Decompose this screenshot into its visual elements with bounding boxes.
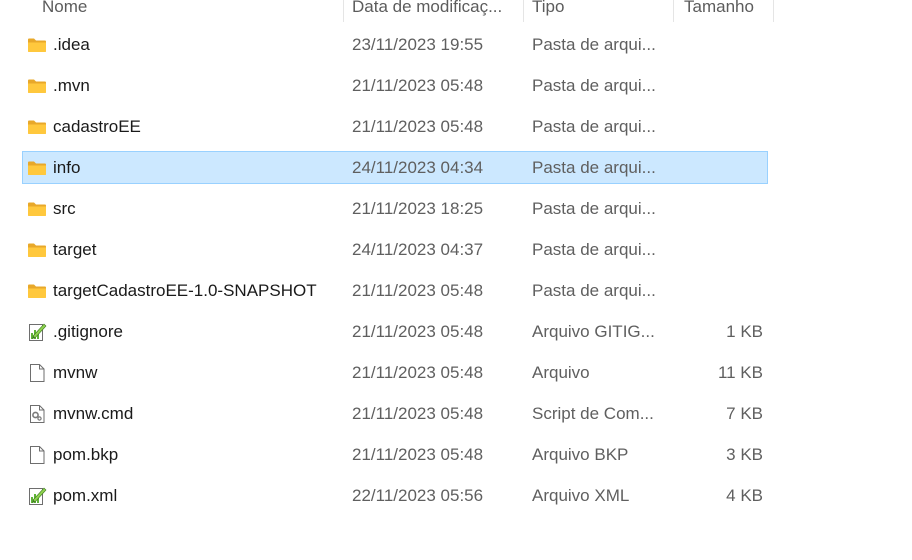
column-header-row: Nome Data de modificaç... Tipo Tamanho — [0, 0, 776, 22]
folder-icon — [27, 35, 47, 55]
file-size: 11 KB — [717, 363, 763, 382]
column-header-name[interactable]: Nome — [42, 0, 337, 22]
file-name: mvnw — [53, 363, 98, 382]
file-type: Pasta de arqui... — [532, 199, 656, 218]
file-row[interactable]: target 24/11/2023 04:37 Pasta de arqui... — [22, 233, 768, 266]
column-divider[interactable] — [673, 0, 674, 22]
file-type: Pasta de arqui... — [532, 76, 656, 95]
column-header-type[interactable]: Tipo — [532, 0, 667, 22]
file-name: mvnw.cmd — [53, 404, 134, 423]
folder-icon — [27, 117, 47, 137]
column-divider[interactable] — [523, 0, 524, 22]
file-size — [675, 234, 763, 265]
file-type: Script de Com... — [532, 404, 654, 423]
file-row[interactable]: pom.xml 22/11/2023 05:56 Arquivo XML 4 KB — [22, 479, 768, 512]
file-name: pom.bkp — [53, 445, 119, 464]
file-size: 3 KB — [726, 445, 763, 464]
file-type: Arquivo BKP — [532, 445, 629, 464]
column-divider[interactable] — [773, 0, 774, 22]
file-row[interactable]: src 21/11/2023 18:25 Pasta de arqui... — [22, 192, 768, 225]
file-row[interactable]: targetCadastroEE-1.0-SNAPSHOT 21/11/2023 … — [22, 274, 768, 307]
file-row[interactable]: cadastroEE 21/11/2023 05:48 Pasta de arqui… — [22, 110, 768, 143]
file-row[interactable]: .idea 23/11/2023 19:55 Pasta de arqui... — [22, 28, 768, 61]
notepad-plus-file-icon — [27, 486, 47, 506]
file-row[interactable]: mvnw.cmd 21/11/2023 05:48 Script de Com...… — [22, 397, 768, 430]
file-size: 4 KB — [726, 486, 763, 505]
file-name: cadastroEE — [53, 117, 141, 136]
column-header-size[interactable]: Tamanho — [684, 0, 769, 22]
file-row[interactable]: info 24/11/2023 04:34 Pasta de arqui... — [22, 151, 768, 184]
file-name: pom.xml — [53, 486, 118, 505]
file-type: Arquivo — [532, 363, 590, 382]
file-size — [675, 152, 763, 183]
file-row[interactable]: mvnw 21/11/2023 05:48 Arquivo 11 KB — [22, 356, 768, 389]
file-size — [675, 193, 763, 224]
file-name: .gitignore — [53, 322, 123, 341]
file-modified-date: 21/11/2023 05:48 — [352, 445, 484, 464]
file-modified-date: 21/11/2023 05:48 — [352, 76, 484, 95]
file-name: target — [53, 240, 97, 259]
file-size — [675, 111, 763, 142]
file-type: Pasta de arqui... — [532, 158, 656, 177]
file-name: src — [53, 199, 76, 218]
blank-file-icon — [27, 363, 47, 383]
file-modified-date: 21/11/2023 05:48 — [352, 363, 484, 382]
file-name: targetCadastroEE-1.0-SNAPSHOT — [53, 281, 317, 300]
file-modified-date: 24/11/2023 04:34 — [352, 158, 484, 177]
file-modified-date: 21/11/2023 05:48 — [352, 117, 484, 136]
file-modified-date: 21/11/2023 18:25 — [352, 199, 484, 218]
file-row[interactable]: .gitignore 21/11/2023 05:48 Arquivo GITIG.… — [22, 315, 768, 348]
file-type: Pasta de arqui... — [532, 35, 656, 54]
file-type: Pasta de arqui... — [532, 281, 656, 300]
file-modified-date: 23/11/2023 19:55 — [352, 35, 484, 54]
file-size: 7 KB — [726, 404, 763, 423]
file-name: info — [53, 158, 81, 177]
file-modified-date: 21/11/2023 05:48 — [352, 281, 484, 300]
folder-icon — [27, 240, 47, 260]
file-modified-date: 22/11/2023 05:56 — [352, 486, 484, 505]
file-row[interactable]: .mvn 21/11/2023 05:48 Pasta de arqui... — [22, 69, 768, 102]
notepad-plus-file-icon — [27, 322, 47, 342]
file-explorer-list: Nome Data de modificaç... Tipo Tamanho .… — [0, 0, 912, 560]
file-name: .mvn — [53, 76, 90, 95]
folder-icon — [27, 199, 47, 219]
file-modified-date: 21/11/2023 05:48 — [352, 322, 484, 341]
file-size — [675, 29, 763, 60]
file-type: Arquivo XML — [532, 486, 630, 505]
blank-file-icon — [27, 445, 47, 465]
folder-icon — [27, 158, 47, 178]
column-divider[interactable] — [343, 0, 344, 22]
file-row[interactable]: pom.bkp 21/11/2023 05:48 Arquivo BKP 3 KB — [22, 438, 768, 471]
cmd-script-file-icon — [27, 404, 47, 424]
file-size — [675, 275, 763, 306]
file-modified-date: 21/11/2023 05:48 — [352, 404, 484, 423]
column-header-date[interactable]: Data de modificaç... — [352, 0, 512, 22]
file-type: Pasta de arqui... — [532, 240, 656, 259]
file-size — [675, 70, 763, 101]
folder-icon — [27, 76, 47, 96]
file-size: 1 KB — [726, 322, 763, 341]
file-type: Arquivo GITIG... — [532, 322, 655, 341]
folder-icon — [27, 281, 47, 301]
file-type: Pasta de arqui... — [532, 117, 656, 136]
file-modified-date: 24/11/2023 04:37 — [352, 240, 484, 259]
file-name: .idea — [53, 35, 90, 54]
